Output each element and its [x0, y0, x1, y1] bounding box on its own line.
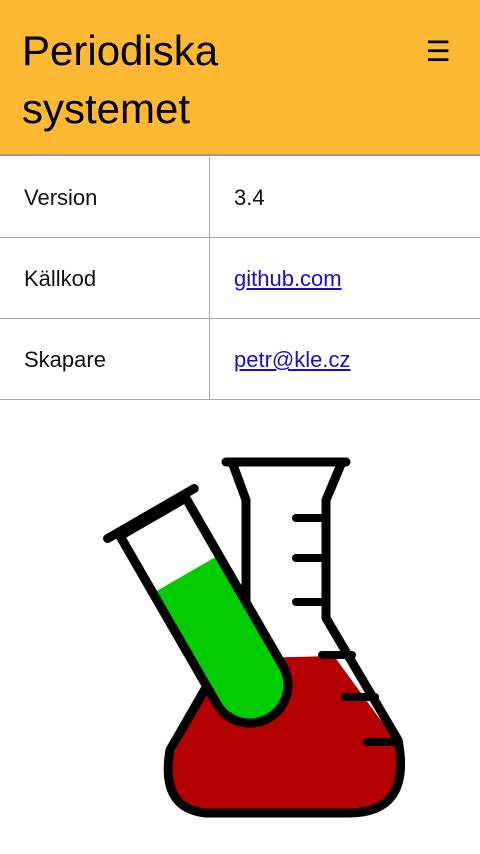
page-title: Periodiska systemet	[22, 27, 219, 132]
source-link[interactable]: github.com	[234, 238, 342, 318]
chemistry-flask-icon	[103, 457, 406, 818]
version-label: Version	[24, 185, 98, 210]
author-email-link[interactable]: petr@kle.cz	[234, 319, 350, 399]
source-label: Källkod	[24, 266, 97, 291]
table-row-source: Källkod github.com	[0, 238, 480, 319]
version-value: 3.4	[234, 185, 265, 210]
menu-icon[interactable]: ☰	[424, 38, 452, 66]
column-divider	[209, 319, 210, 399]
table-row-version: Version 3.4	[0, 157, 480, 238]
app-header: Periodiska systemet ☰	[0, 0, 480, 156]
column-divider	[209, 157, 210, 237]
table-row-author: Skapare petr@kle.cz	[0, 319, 480, 400]
about-info-table: Version 3.4 Källkod github.com Skapare p…	[0, 157, 480, 400]
column-divider	[209, 238, 210, 318]
author-label: Skapare	[24, 347, 106, 372]
